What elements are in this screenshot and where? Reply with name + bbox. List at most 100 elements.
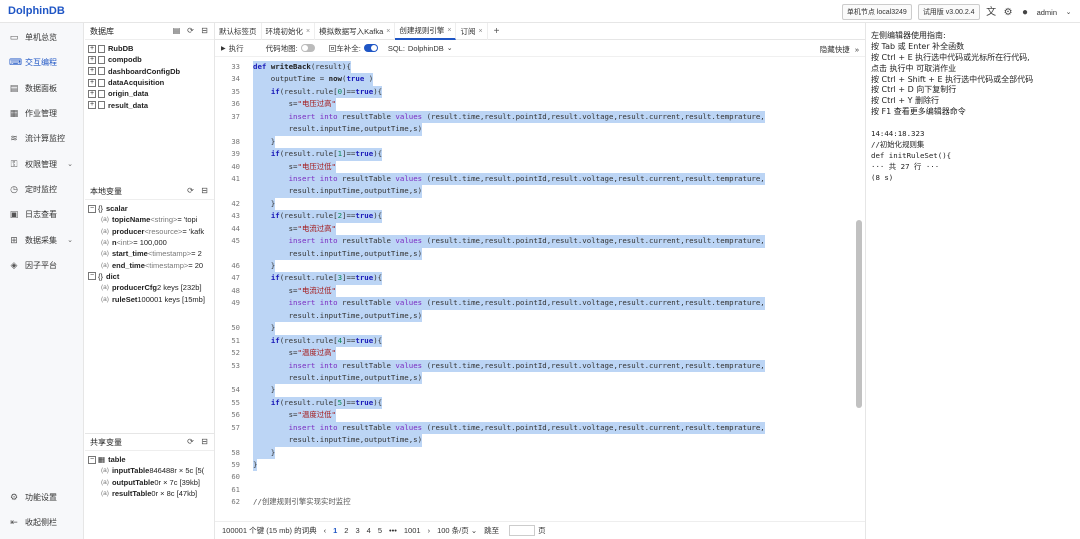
nav-item-1[interactable]: ⌨ 交互编程 [0, 50, 83, 75]
page-number-button[interactable]: 5 [378, 526, 382, 535]
close-icon[interactable]: × [447, 27, 451, 34]
code-line[interactable]: 38 } [215, 135, 855, 149]
nav-item-4[interactable]: ≋ 流计算监控 [0, 126, 83, 151]
expand-icon[interactable]: − [88, 455, 96, 464]
db-tree-item[interactable]: + dataAcquisition [85, 77, 214, 88]
code-line[interactable]: 53 insert into resultTable values (resul… [215, 359, 855, 372]
refresh-icon[interactable]: ⟳ [186, 186, 195, 195]
expand-icon[interactable]: + [88, 67, 96, 76]
nav-item-b1[interactable]: ⇤ 收起侧栏 [0, 510, 84, 535]
code-lines[interactable]: 33 def writeBack(result){34 outputTime = … [215, 61, 855, 509]
db-tree-item[interactable]: + result_data [85, 99, 214, 110]
tree-row-scalar[interactable]: −{} scalar [85, 203, 214, 214]
per-page-select[interactable]: 100 条/页 ⌄ [437, 525, 477, 536]
tab-0[interactable]: 默认标签页 [215, 22, 262, 40]
close-icon[interactable]: × [478, 28, 482, 35]
var-row[interactable]: (a) outputTable 0r × 7c [39kb] [85, 477, 214, 488]
chevron-down-icon[interactable]: ⌄ [67, 236, 73, 244]
var-row[interactable]: (a) producerCfg 2 keys [232b] [85, 282, 214, 293]
var-row[interactable]: (a) inputTable 846488r × 5c [5( [85, 465, 214, 476]
code-line[interactable]: 62 //创建规则引擎实现实时监控 [215, 496, 855, 508]
expand-icon[interactable]: − [88, 204, 96, 213]
collapse-all-icon[interactable]: ⊟ [200, 437, 209, 446]
expand-icon[interactable]: + [88, 78, 96, 87]
close-icon[interactable]: × [306, 28, 310, 35]
page-number-button[interactable]: ••• [389, 526, 397, 535]
sql-dialect-select[interactable]: DolphinDB [408, 44, 444, 53]
run-button[interactable]: ▶ 执行 [221, 43, 244, 54]
expand-icon[interactable]: + [88, 89, 96, 98]
chevron-down-icon[interactable]: ⌄ [447, 44, 453, 52]
expand-icon[interactable]: − [88, 272, 96, 281]
db-tree-item[interactable]: + RubDB [85, 43, 214, 54]
code-line[interactable]: result.inputTime,outputTime,s) [215, 371, 855, 385]
page-number-button[interactable]: 3 [355, 526, 359, 535]
expand-icon[interactable]: + [88, 55, 96, 64]
code-line[interactable]: 35 if(result.rule[0]==true){ [215, 85, 855, 99]
db-tree-item[interactable]: + origin_data [85, 88, 214, 99]
nav-item-0[interactable]: ▭ 单机总览 [0, 25, 83, 50]
tab-2[interactable]: 模拟数据写入Kafka × [315, 22, 396, 40]
code-map-toggle[interactable] [300, 44, 315, 52]
expand-icon[interactable]: + [88, 44, 96, 53]
code-line[interactable]: 45 insert into resultTable values (resul… [215, 235, 855, 248]
var-row[interactable]: (a) topicName <string> = 'topi [85, 214, 214, 225]
code-line[interactable]: result.inputTime,outputTime,s) [215, 434, 855, 447]
code-line[interactable]: 58 } [215, 446, 855, 460]
chevron-down-icon[interactable]: ⌄ [67, 160, 73, 168]
var-row[interactable]: (a) n <int> = 100,000 [85, 237, 214, 248]
refresh-icon[interactable]: ⟳ [186, 437, 195, 446]
close-icon[interactable]: × [386, 28, 390, 35]
code-line[interactable]: 56 s="温度过低" [215, 409, 855, 422]
tree-row-dict[interactable]: −{} dict [85, 271, 214, 282]
code-line[interactable]: 33 def writeBack(result){ [215, 61, 855, 74]
code-line[interactable]: 34 outputTime = now(true ) [215, 73, 855, 86]
code-line[interactable]: 48 s="电流过低" [215, 284, 855, 298]
db-tree-item[interactable]: + dashboardConfigDb [85, 66, 214, 77]
user-avatar-icon[interactable]: ● [1020, 7, 1031, 18]
collapse-all-icon[interactable]: ⊟ [200, 186, 209, 195]
db-tree-item[interactable]: + compodb [85, 54, 214, 65]
code-line[interactable]: 36 s="电压过高" [215, 98, 855, 111]
page-number-button[interactable]: 1 [333, 526, 337, 535]
tab-3[interactable]: 创建规则引擎 × [395, 22, 457, 40]
refresh-icon[interactable]: ⟳ [186, 26, 195, 35]
language-icon[interactable]: 文 [986, 7, 997, 18]
nav-item-2[interactable]: ▤ 数据面板 [0, 76, 83, 101]
node-chip[interactable]: 单机节点 local3249 [841, 4, 912, 20]
code-line[interactable]: 43 if(result.rule[2]==true){ [215, 210, 855, 223]
code-line[interactable]: 44 s="电流过高" [215, 222, 855, 236]
code-line[interactable]: result.inputTime,outputTime,s) [215, 247, 855, 261]
version-chip[interactable]: 试用版 v3.00.2.4 [917, 4, 980, 20]
code-line[interactable]: 40 s="电压过低" [215, 160, 855, 173]
enter-complete-toggle[interactable] [363, 44, 378, 52]
code-line[interactable]: 50 } [215, 322, 855, 335]
page-number-button[interactable]: 4 [367, 526, 371, 535]
settings-gear-icon[interactable]: ⚙ [1003, 7, 1014, 18]
nav-item-6[interactable]: ◷ 定时监控 [0, 177, 83, 202]
code-line[interactable]: 37 insert into resultTable values (resul… [215, 110, 855, 124]
code-line[interactable]: 51 if(result.rule[4]==true){ [215, 334, 855, 348]
tab-4[interactable]: 订阅 × [456, 22, 488, 40]
add-tab-icon[interactable]: + [488, 26, 506, 37]
code-line[interactable]: 49 insert into resultTable values (resul… [215, 297, 855, 310]
nav-item-b0[interactable]: ⚙ 功能设置 [0, 484, 84, 509]
code-line[interactable]: 52 s="温度过高" [215, 347, 855, 360]
page-number-button[interactable]: 1001 [404, 526, 421, 535]
code-line[interactable]: 39 if(result.rule[1]==true){ [215, 148, 855, 161]
code-line[interactable]: 60 [215, 471, 855, 483]
code-line[interactable]: result.inputTime,outputTime,s) [215, 185, 855, 198]
code-line[interactable]: 54 } [215, 384, 855, 397]
code-line[interactable]: 55 if(result.rule[5]==true){ [215, 396, 855, 410]
db-icon[interactable]: ▤ [172, 26, 181, 35]
code-line[interactable]: result.inputTime,outputTime,s) [215, 309, 855, 323]
nav-item-7[interactable]: ▣ 日志查看 [0, 202, 83, 227]
code-line[interactable]: result.inputTime,outputTime,s) [215, 123, 855, 136]
output-console[interactable]: 左侧编辑器使用指南: 按 Tab 或 Enter 补全函数按 Ctrl + E 执… [865, 23, 1080, 539]
goto-page-input[interactable] [509, 525, 536, 536]
page-number-button[interactable]: 2 [344, 526, 348, 535]
tree-row-table[interactable]: − ▦ table [85, 454, 214, 465]
nav-item-5[interactable]: ⚿ 权限管理 ⌄ [0, 151, 83, 176]
code-line[interactable]: 47 if(result.rule[3]==true){ [215, 272, 855, 285]
user-name[interactable]: admin [1037, 8, 1057, 17]
